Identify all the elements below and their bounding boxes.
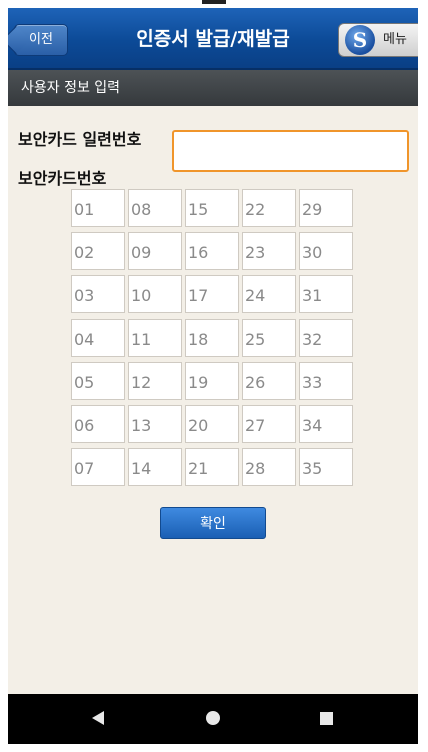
security-code-cell: 05 xyxy=(71,361,125,400)
security-code-cell: 18 xyxy=(185,318,239,357)
system-nav-bar xyxy=(8,694,418,744)
security-code-cell: 16 xyxy=(185,232,239,271)
menu-button[interactable]: S 메뉴 xyxy=(338,23,418,57)
menu-button-label: 메뉴 xyxy=(383,32,407,47)
section-title: 사용자 정보 입력 xyxy=(8,70,418,106)
security-code-cell: 02 xyxy=(71,232,125,271)
security-code-cell: 10 xyxy=(128,275,182,314)
security-code-cell: 17 xyxy=(185,275,239,314)
status-notch xyxy=(202,0,226,4)
security-code-cell: 25 xyxy=(242,318,296,357)
confirm-button[interactable]: 확인 xyxy=(160,507,266,539)
card-number-label: 보안카드번호 xyxy=(18,169,107,188)
security-code-cell: 06 xyxy=(71,405,125,443)
page-title: 인증서 발급/재발급 xyxy=(136,28,290,50)
recent-square-icon[interactable] xyxy=(320,712,333,725)
security-code-cell: 30 xyxy=(299,232,353,271)
app-frame: 이전 인증서 발급/재발급 S 메뉴 사용자 정보 입력 보안카드 일련번호 보… xyxy=(8,8,418,744)
security-code-cell: 26 xyxy=(242,361,296,400)
security-code-cell: 01 xyxy=(71,189,125,227)
back-triangle-icon[interactable] xyxy=(92,711,104,725)
security-code-cell: 20 xyxy=(185,405,239,443)
security-code-cell: 22 xyxy=(242,189,296,227)
security-code-cell: 13 xyxy=(128,405,182,443)
security-code-cell: 23 xyxy=(242,232,296,271)
security-code-cell: 07 xyxy=(71,448,125,487)
security-code-cell: 04 xyxy=(71,318,125,357)
security-code-cell: 08 xyxy=(128,189,182,227)
app-header: 이전 인증서 발급/재발급 S 메뉴 xyxy=(8,8,418,70)
home-circle-icon[interactable] xyxy=(206,711,220,725)
security-code-cell: 28 xyxy=(242,448,296,487)
security-code-cell: 31 xyxy=(299,275,353,314)
security-code-cell: 12 xyxy=(128,361,182,400)
security-code-cell: 24 xyxy=(242,275,296,314)
security-code-cell: 32 xyxy=(299,318,353,357)
security-code-cell: 15 xyxy=(185,189,239,227)
bank-logo-icon: S xyxy=(345,25,375,55)
security-code-cell: 03 xyxy=(71,275,125,314)
back-button-label: 이전 xyxy=(29,32,53,47)
security-code-cell: 11 xyxy=(128,318,182,357)
security-code-cell: 19 xyxy=(185,361,239,400)
security-code-cell: 09 xyxy=(128,232,182,271)
serial-number-input[interactable] xyxy=(172,130,409,172)
security-code-cell: 21 xyxy=(185,448,239,487)
security-code-cell: 29 xyxy=(299,189,353,227)
serial-number-label: 보안카드 일련번호 xyxy=(18,130,142,149)
security-code-cell: 14 xyxy=(128,448,182,487)
security-code-cell: 27 xyxy=(242,405,296,443)
security-code-cell: 35 xyxy=(299,448,353,487)
back-button[interactable]: 이전 xyxy=(14,24,68,56)
security-code-cell: 33 xyxy=(299,361,353,400)
security-code-cell: 34 xyxy=(299,405,353,443)
